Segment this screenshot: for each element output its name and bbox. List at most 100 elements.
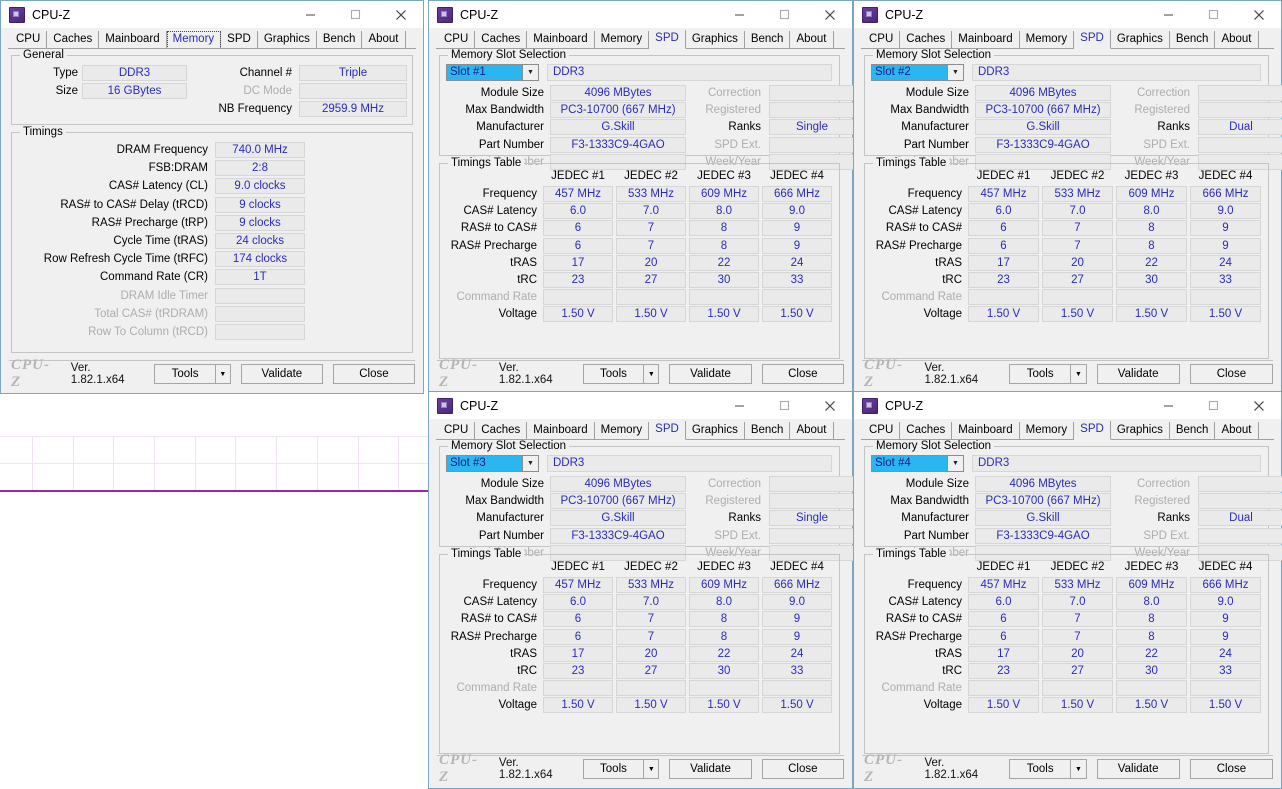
- close-icon[interactable]: [1236, 392, 1281, 419]
- tab-bench[interactable]: Bench: [745, 31, 791, 49]
- cpuz-window-spd-slot-4[interactable]: CPU-Z CPU Caches Mainboard Memory SPD Graphic…: [853, 391, 1282, 789]
- title-bar[interactable]: CPU-Z: [1, 1, 423, 29]
- tab-graphics[interactable]: Graphics: [1111, 31, 1170, 49]
- tab-spd[interactable]: SPD: [1074, 30, 1111, 49]
- window-controls[interactable]: [717, 392, 852, 419]
- tab-caches[interactable]: Caches: [475, 31, 528, 49]
- tab-spd[interactable]: SPD: [649, 30, 686, 49]
- tab-mainboard[interactable]: Mainboard: [527, 31, 595, 49]
- tab-strip[interactable]: CPU Caches Mainboard Memory SPD Graphics Bench…: [855, 28, 1280, 49]
- tab-memory[interactable]: Memory: [595, 31, 650, 49]
- cpuz-window-memory[interactable]: CPU-Z CPU Caches Mainboard Memory SPD Gr…: [0, 0, 424, 394]
- tab-about[interactable]: About: [1215, 31, 1259, 49]
- tab-cpu[interactable]: CPU: [438, 422, 476, 440]
- tab-caches[interactable]: Caches: [900, 31, 953, 49]
- minimize-icon[interactable]: [1146, 392, 1191, 419]
- tab-mainboard[interactable]: Mainboard: [99, 31, 167, 49]
- tools-dropdown-arrow-icon[interactable]: ▼: [644, 364, 660, 384]
- tab-mainboard[interactable]: Mainboard: [952, 31, 1020, 49]
- close-button[interactable]: Close: [332, 364, 415, 384]
- close-icon[interactable]: [807, 1, 852, 28]
- title-bar[interactable]: CPU-Z: [429, 1, 852, 29]
- tab-mainboard[interactable]: Mainboard: [527, 422, 595, 440]
- tab-mainboard[interactable]: Mainboard: [952, 422, 1020, 440]
- slot-select-dropdown[interactable]: Slot #1 ▼: [446, 64, 539, 81]
- tab-bench[interactable]: Bench: [745, 422, 791, 440]
- cpuz-window-spd-slot-2[interactable]: CPU-Z CPU Caches Mainboard Memory SPD Graphic…: [853, 0, 1282, 394]
- maximize-icon[interactable]: [1191, 392, 1236, 419]
- tab-about[interactable]: About: [790, 422, 834, 440]
- tab-strip[interactable]: CPU Caches Mainboard Memory SPD Graphics Bench…: [430, 28, 851, 49]
- minimize-icon[interactable]: [288, 1, 333, 28]
- tools-dropdown-arrow-icon[interactable]: ▼: [644, 759, 660, 779]
- validate-button[interactable]: Validate: [240, 364, 323, 384]
- minimize-icon[interactable]: [1146, 1, 1191, 28]
- title-bar[interactable]: CPU-Z: [854, 392, 1281, 420]
- validate-button[interactable]: Validate: [669, 759, 752, 779]
- tools-button[interactable]: Tools: [1008, 364, 1072, 384]
- close-icon[interactable]: [807, 392, 852, 419]
- title-bar[interactable]: CPU-Z: [854, 1, 1281, 29]
- tab-graphics[interactable]: Graphics: [686, 422, 745, 440]
- chevron-down-icon[interactable]: ▼: [947, 65, 963, 80]
- window-controls[interactable]: [1146, 1, 1281, 28]
- tab-caches[interactable]: Caches: [47, 31, 100, 49]
- tab-graphics[interactable]: Graphics: [258, 31, 317, 49]
- tools-button[interactable]: Tools: [582, 364, 645, 384]
- window-controls[interactable]: [1146, 392, 1281, 419]
- tab-strip[interactable]: CPU Caches Mainboard Memory SPD Graphics Bench…: [855, 419, 1280, 440]
- tab-memory[interactable]: Memory: [595, 422, 650, 440]
- tools-button[interactable]: Tools: [582, 759, 645, 779]
- chevron-down-icon[interactable]: ▼: [947, 456, 963, 471]
- tab-graphics[interactable]: Graphics: [686, 31, 745, 49]
- validate-button[interactable]: Validate: [669, 364, 752, 384]
- title-bar[interactable]: CPU-Z: [429, 392, 852, 420]
- tab-strip[interactable]: CPU Caches Mainboard Memory SPD Graphics…: [2, 28, 422, 49]
- cpuz-window-spd-slot-1[interactable]: CPU-Z CPU Caches Mainboard Memory SPD Graphic…: [428, 0, 855, 394]
- tab-memory[interactable]: Memory: [1020, 31, 1075, 49]
- tab-caches[interactable]: Caches: [900, 422, 953, 440]
- tab-graphics[interactable]: Graphics: [1111, 422, 1170, 440]
- tab-bench[interactable]: Bench: [1170, 422, 1216, 440]
- tab-strip[interactable]: CPU Caches Mainboard Memory SPD Graphics Bench…: [430, 419, 851, 440]
- tab-cpu[interactable]: CPU: [863, 422, 901, 440]
- window-controls[interactable]: [288, 1, 423, 28]
- validate-button[interactable]: Validate: [1096, 364, 1180, 384]
- maximize-icon[interactable]: [762, 392, 807, 419]
- window-controls[interactable]: [717, 1, 852, 28]
- close-button[interactable]: Close: [761, 759, 844, 779]
- tab-memory[interactable]: Memory: [1020, 422, 1075, 440]
- tools-dropdown-arrow-icon[interactable]: ▼: [215, 364, 231, 384]
- close-button[interactable]: Close: [1189, 759, 1274, 779]
- tab-about[interactable]: About: [1215, 422, 1259, 440]
- tools-button[interactable]: Tools: [154, 364, 216, 384]
- validate-button[interactable]: Validate: [1096, 759, 1180, 779]
- tab-spd[interactable]: SPD: [649, 421, 686, 440]
- maximize-icon[interactable]: [1191, 1, 1236, 28]
- maximize-icon[interactable]: [333, 1, 378, 28]
- close-icon[interactable]: [378, 1, 423, 28]
- tab-about[interactable]: About: [790, 31, 834, 49]
- chevron-down-icon[interactable]: ▼: [522, 65, 538, 80]
- chevron-down-icon[interactable]: ▼: [522, 456, 538, 471]
- tab-cpu[interactable]: CPU: [863, 31, 901, 49]
- close-icon[interactable]: [1236, 1, 1281, 28]
- tab-caches[interactable]: Caches: [475, 422, 528, 440]
- close-button[interactable]: Close: [1189, 364, 1274, 384]
- tab-about[interactable]: About: [362, 31, 406, 49]
- slot-select-dropdown[interactable]: Slot #3 ▼: [446, 455, 539, 472]
- cpuz-window-spd-slot-3[interactable]: CPU-Z CPU Caches Mainboard Memory SPD Graphic…: [428, 391, 855, 789]
- slot-select-dropdown[interactable]: Slot #4 ▼: [871, 455, 964, 472]
- tools-button[interactable]: Tools: [1008, 759, 1072, 779]
- tab-memory[interactable]: Memory: [166, 31, 222, 49]
- close-button[interactable]: Close: [761, 364, 844, 384]
- tab-cpu[interactable]: CPU: [10, 31, 48, 49]
- tab-bench[interactable]: Bench: [1170, 31, 1216, 49]
- slot-select-dropdown[interactable]: Slot #2 ▼: [871, 64, 964, 81]
- tools-dropdown-arrow-icon[interactable]: ▼: [1071, 759, 1087, 779]
- tab-cpu[interactable]: CPU: [438, 31, 476, 49]
- minimize-icon[interactable]: [717, 392, 762, 419]
- minimize-icon[interactable]: [717, 1, 762, 28]
- tab-spd[interactable]: SPD: [1074, 421, 1111, 440]
- maximize-icon[interactable]: [762, 1, 807, 28]
